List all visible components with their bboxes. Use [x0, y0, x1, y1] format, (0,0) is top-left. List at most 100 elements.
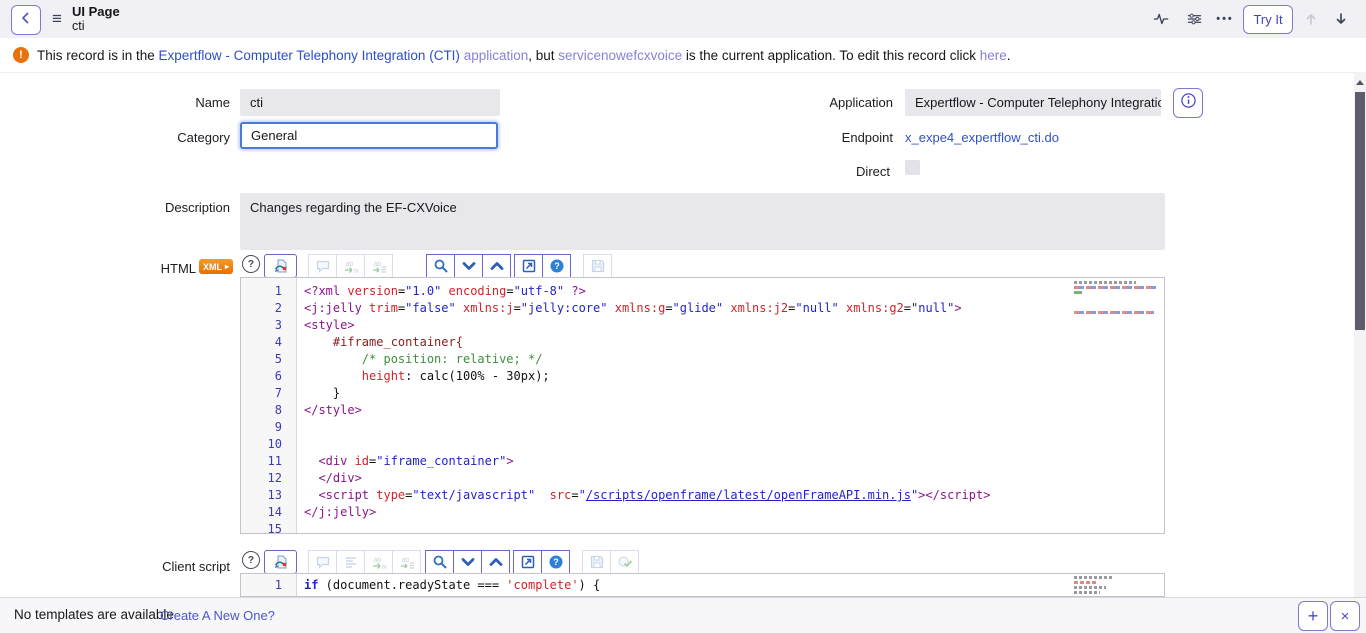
open-new-window-button[interactable] — [513, 550, 542, 574]
info-icon — [1180, 92, 1197, 114]
header-bar: ≡ UI Page cti ••• Try It — [0, 0, 1366, 39]
find-previous-button[interactable] — [482, 254, 511, 278]
code-line: 9 — [241, 419, 1164, 436]
endpoint-label: Endpoint — [723, 130, 893, 145]
code-line: 6 height: calc(100% - 30px); — [241, 368, 1164, 385]
back-button[interactable] — [11, 5, 41, 35]
warning-text-part: , but — [528, 48, 558, 63]
code-line: 11 <div id="iframe_container"> — [241, 453, 1164, 470]
svg-text:?: ? — [554, 261, 560, 271]
record-application-link[interactable]: Expertflow - Computer Telephony Integrat… — [159, 48, 460, 63]
replace-all-button: ab — [364, 254, 393, 278]
add-template-button[interactable]: + — [1298, 601, 1328, 631]
more-options-icon[interactable]: ••• — [1214, 9, 1236, 29]
close-icon: × — [1341, 608, 1350, 625]
warning-text-part: This record is in the — [37, 48, 159, 63]
current-application-link[interactable]: servicenowefcxvoice — [558, 48, 682, 63]
editor-help-button[interactable]: ? — [541, 550, 570, 574]
close-template-bar-button[interactable]: × — [1330, 601, 1360, 631]
application-field: Expertflow - Computer Telephony Integrat… — [905, 89, 1161, 116]
scrollbar-thumb[interactable] — [1355, 92, 1365, 330]
menu-icon[interactable]: ≡ — [48, 9, 66, 29]
code-minimap — [1074, 576, 1118, 596]
code-line: 1<?xml version="1.0" encoding="utf-8" ?> — [241, 283, 1164, 300]
direct-label: Direct — [720, 164, 890, 179]
warning-text-part: is the current application. To edit this… — [682, 48, 980, 63]
code-line: 7 } — [241, 385, 1164, 402]
client-script-help-icon[interactable]: ? — [242, 551, 260, 569]
activity-stream-icon[interactable] — [1150, 9, 1172, 29]
category-label: Category — [60, 130, 230, 145]
name-field: cti — [240, 89, 500, 116]
record-name: cti — [72, 19, 120, 34]
syntax-check-button — [610, 550, 639, 574]
code-line: 10 — [241, 436, 1164, 453]
code-line: 14</j:jelly> — [241, 504, 1164, 521]
client-script-editor[interactable]: 1if (document.readyState === 'complete')… — [240, 573, 1165, 597]
find-next-button[interactable] — [454, 254, 483, 278]
format-code-button[interactable] — [264, 254, 297, 278]
toggle-comment-button — [308, 254, 337, 278]
warning-icon: ! — [13, 47, 29, 63]
record-type-title: UI Page — [72, 4, 120, 19]
svg-text:ab: ab — [373, 557, 381, 564]
no-templates-message: No templates are available — [14, 607, 174, 622]
next-record-icon[interactable] — [1330, 9, 1352, 29]
code-line: 12 </div> — [241, 470, 1164, 487]
create-template-link[interactable]: Create A New One? — [160, 608, 275, 623]
endpoint-link[interactable]: x_expe4_expertflow_cti.do — [905, 130, 1059, 145]
client-script-toolbar: abacab? — [264, 549, 639, 575]
format-code-button[interactable] — [264, 550, 297, 574]
application-warning-banner: ! This record is in the Expertflow - Com… — [0, 38, 1366, 73]
warning-text-part: . — [1007, 48, 1011, 63]
replace-button: abac — [364, 550, 393, 574]
find-next-button[interactable] — [453, 550, 482, 574]
application-info-button[interactable] — [1173, 88, 1203, 118]
xml-badge[interactable]: XML ▸ — [199, 259, 233, 274]
open-new-window-button[interactable] — [514, 254, 543, 278]
toggle-comment-button — [308, 550, 337, 574]
edit-here-link[interactable]: here — [980, 48, 1007, 63]
client-script-label: Client script — [60, 559, 230, 574]
page-title: UI Page cti — [72, 4, 120, 34]
save-button — [582, 550, 611, 574]
xml-badge-label: XML — [203, 262, 222, 272]
category-select[interactable]: General — [240, 122, 498, 149]
try-it-button[interactable]: Try It — [1243, 5, 1293, 34]
html-field-help-icon[interactable]: ? — [242, 255, 260, 273]
search-button[interactable] — [426, 254, 455, 278]
svg-text:ac: ac — [381, 564, 387, 571]
code-line: 2<j:jelly trim="false" xmlns:j="jelly:co… — [241, 300, 1164, 317]
scrollbar-up-arrow-icon[interactable] — [1356, 80, 1364, 85]
template-bar: No templates are available Create A New … — [0, 597, 1366, 633]
code-line: 3<style> — [241, 317, 1164, 334]
page-scrollbar[interactable] — [1354, 72, 1366, 597]
personalize-icon[interactable] — [1183, 9, 1205, 29]
previous-record-icon — [1300, 9, 1322, 29]
replace-button: abac — [336, 254, 365, 278]
code-line: 5 /* position: relative; */ — [241, 351, 1164, 368]
replace-all-button: ab — [392, 550, 421, 574]
description-field: Changes regarding the EF-CXVoice — [240, 193, 1165, 250]
xml-badge-arrow-icon: ▸ — [225, 262, 229, 271]
code-line: 13 <script type="text/javascript" src="/… — [241, 487, 1164, 504]
html-code-editor[interactable]: 1<?xml version="1.0" encoding="utf-8" ?>… — [240, 277, 1165, 534]
code-minimap — [1074, 281, 1160, 316]
editor-help-button[interactable]: ? — [542, 254, 571, 278]
search-button[interactable] — [425, 550, 454, 574]
html-label: HTML — [60, 261, 196, 276]
back-icon — [18, 10, 34, 31]
code-line: 15 — [241, 521, 1164, 534]
svg-text:ab: ab — [373, 261, 381, 268]
application-label: Application — [723, 95, 893, 110]
code-line: 1if (document.readyState === 'complete')… — [241, 577, 1164, 594]
svg-text:ac: ac — [353, 268, 359, 275]
code-line: 4 #iframe_container{ — [241, 334, 1164, 351]
direct-checkbox — [905, 160, 920, 175]
find-previous-button[interactable] — [481, 550, 510, 574]
svg-text:ab: ab — [401, 557, 409, 564]
warning-text: This record is in the Expertflow - Compu… — [37, 48, 1011, 63]
description-label: Description — [60, 200, 230, 215]
application-word-link[interactable]: application — [460, 48, 528, 63]
svg-text:?: ? — [553, 557, 559, 567]
